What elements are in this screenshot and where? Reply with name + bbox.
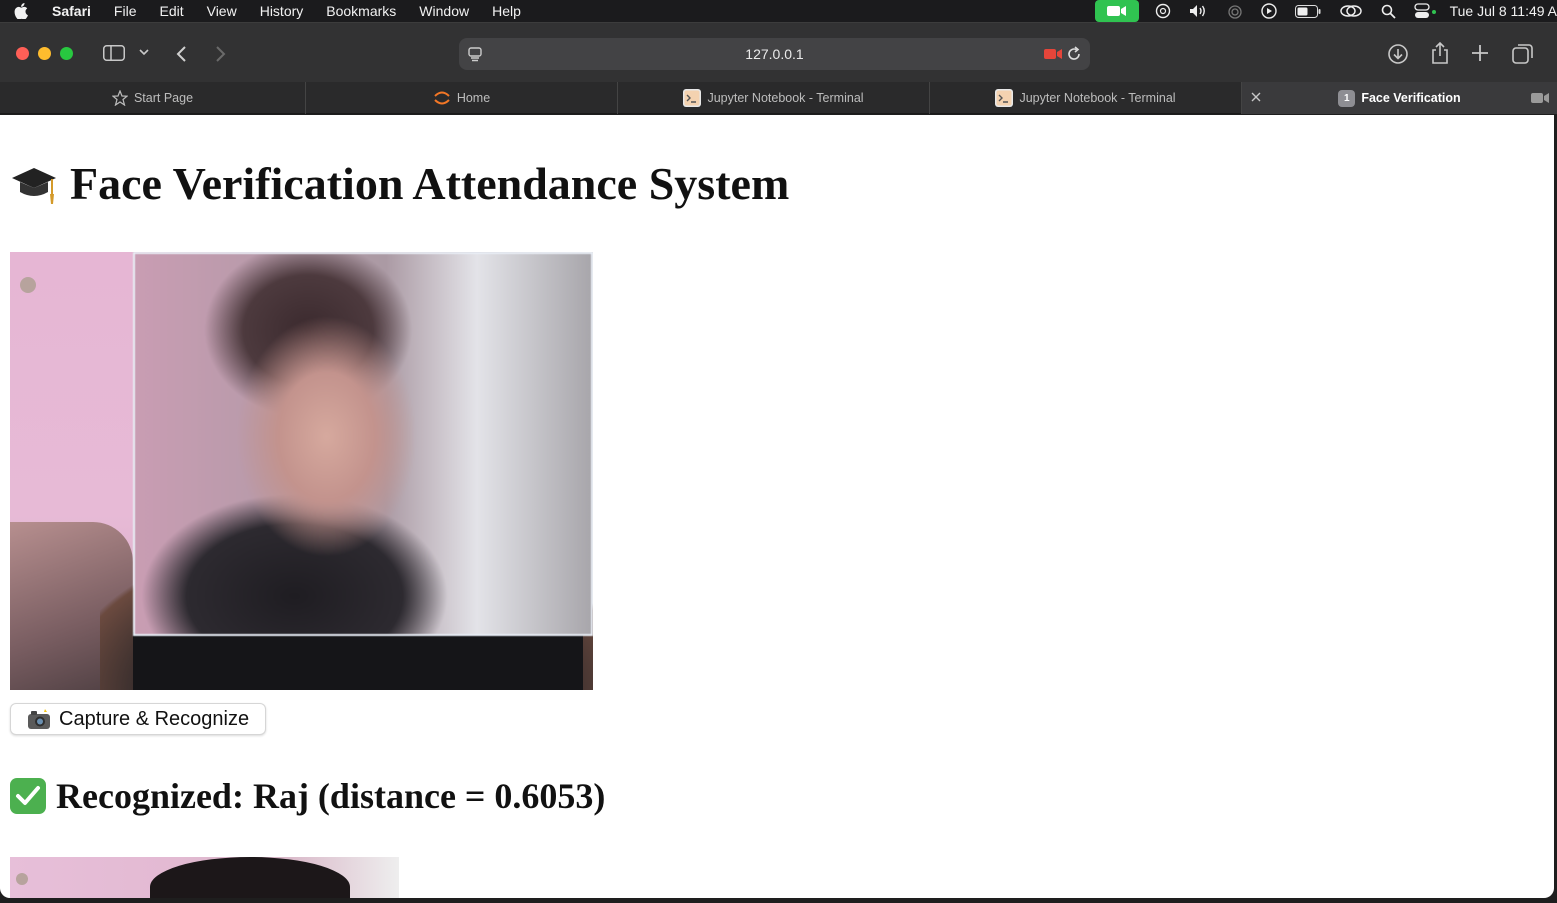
facetime-camera-icon[interactable] xyxy=(1094,0,1139,22)
video-person-shirt xyxy=(133,632,583,690)
menu-help[interactable]: Help xyxy=(492,3,521,19)
minimize-window-button[interactable] xyxy=(38,47,51,60)
tab-label: Start Page xyxy=(133,91,194,105)
spotlight-search-icon[interactable] xyxy=(1381,4,1396,19)
thumbnail-person-head xyxy=(150,857,350,898)
sidebar-toggle-icon[interactable] xyxy=(103,45,125,61)
capture-button-label: Capture & Recognize xyxy=(59,707,250,730)
menu-window[interactable]: Window xyxy=(419,3,469,19)
close-tab-icon[interactable] xyxy=(1250,90,1262,106)
tab-face-verification[interactable]: 1 Face Verification xyxy=(1242,82,1557,114)
control-center-icon[interactable] xyxy=(1413,3,1438,19)
star-icon xyxy=(111,90,128,106)
page-settings-icon[interactable] xyxy=(467,46,483,65)
downloads-icon[interactable] xyxy=(1387,43,1409,65)
chevron-down-icon[interactable] xyxy=(139,48,149,56)
tab-bar: Start Page Home Jupyter Notebook - Termi… xyxy=(0,82,1557,114)
back-arrow-icon[interactable] xyxy=(175,45,187,63)
recognition-result-text: Recognized: Raj (distance = 0.6053) xyxy=(56,776,606,816)
address-bar[interactable]: 127.0.0.1 xyxy=(459,38,1090,70)
status-area: Tue Jul 8 11:49 A xyxy=(1094,0,1557,22)
thumbnail-wall-detail xyxy=(16,873,28,885)
new-tab-plus-icon[interactable] xyxy=(1471,44,1489,62)
maximize-window-button[interactable] xyxy=(60,47,73,60)
screen-mirroring-icon[interactable] xyxy=(1339,3,1363,19)
face-detection-box xyxy=(133,252,593,636)
page-title-text: Face Verification Attendance System xyxy=(70,158,790,209)
video-wall-detail xyxy=(20,277,36,293)
tab-label: Jupyter Notebook - Terminal xyxy=(1019,91,1176,105)
recognition-result: Recognized: Raj (distance = 0.6053) xyxy=(10,775,605,817)
airdrop-icon[interactable] xyxy=(1227,3,1243,19)
tab-label: Jupyter Notebook - Terminal xyxy=(707,91,864,105)
page-title: Face Verification Attendance System xyxy=(10,157,789,210)
captured-image-thumbnail xyxy=(10,857,399,898)
close-window-button[interactable] xyxy=(16,47,29,60)
tab-badge: 1 xyxy=(1338,89,1356,107)
reload-icon[interactable] xyxy=(1066,46,1082,65)
web-page: Face Verification Attendance System Capt… xyxy=(0,115,1554,898)
jupyter-logo-icon xyxy=(433,90,451,106)
camera-recording-icon[interactable] xyxy=(1044,47,1062,63)
camera-flash-icon xyxy=(27,708,51,730)
terminal-icon xyxy=(995,89,1014,107)
menu-bookmarks[interactable]: Bookmarks xyxy=(326,3,396,19)
tab-camera-icon[interactable] xyxy=(1531,92,1549,107)
window-controls xyxy=(16,47,73,60)
menubar-clock[interactable]: Tue Jul 8 11:49 A xyxy=(1450,3,1557,19)
battery-icon[interactable] xyxy=(1294,4,1321,18)
menu-history[interactable]: History xyxy=(260,3,304,19)
menu-edit[interactable]: Edit xyxy=(159,3,183,19)
menu-app-name[interactable]: Safari xyxy=(52,3,91,19)
now-playing-icon[interactable] xyxy=(1260,3,1277,19)
menu-file[interactable]: File xyxy=(114,3,137,19)
forward-arrow-icon[interactable] xyxy=(215,45,227,63)
graduation-cap-icon xyxy=(10,160,58,208)
tab-label: Home xyxy=(456,91,491,105)
tab-start-page[interactable]: Start Page xyxy=(0,82,306,114)
tab-label: Face Verification xyxy=(1361,91,1461,105)
checkmark-icon xyxy=(10,778,46,814)
tab-home[interactable]: Home xyxy=(306,82,618,114)
chatgpt-icon[interactable] xyxy=(1155,3,1171,19)
terminal-icon xyxy=(683,89,702,107)
tab-jupyter-terminal-2[interactable]: Jupyter Notebook - Terminal xyxy=(930,82,1242,114)
volume-icon[interactable] xyxy=(1189,4,1209,18)
apple-logo-icon[interactable] xyxy=(14,3,34,19)
menu-view[interactable]: View xyxy=(207,3,237,19)
browser-toolbar: 127.0.0.1 xyxy=(0,22,1557,82)
url-text[interactable]: 127.0.0.1 xyxy=(745,46,803,62)
tab-jupyter-terminal-1[interactable]: Jupyter Notebook - Terminal xyxy=(618,82,930,114)
tab-overview-icon[interactable] xyxy=(1512,43,1534,65)
webcam-video-feed xyxy=(10,252,593,690)
menu-bar: Safari File Edit View History Bookmarks … xyxy=(0,0,1557,22)
capture-recognize-button[interactable]: Capture & Recognize xyxy=(10,703,267,735)
share-icon[interactable] xyxy=(1430,41,1450,65)
